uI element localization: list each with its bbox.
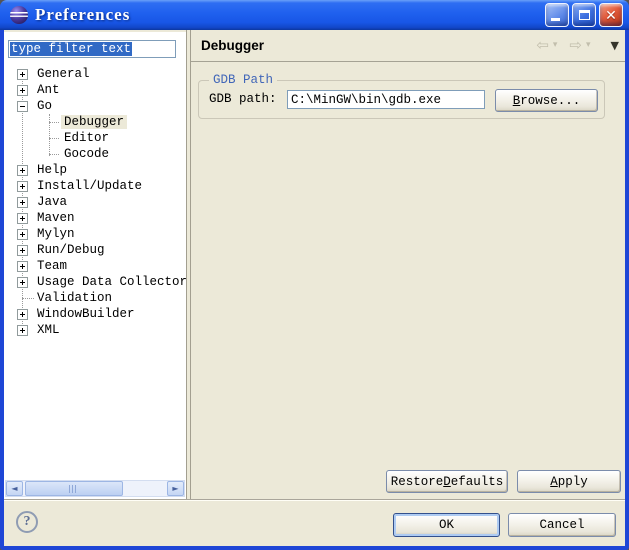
tree-item-label: Usage Data Collector bbox=[34, 275, 186, 289]
tree-item-mylyn[interactable]: Mylyn bbox=[4, 226, 186, 242]
dialog-body: type filter text General Ant Go Debugger Edi… bbox=[4, 30, 625, 546]
tree-item-label: Java bbox=[34, 195, 70, 209]
expand-icon[interactable] bbox=[17, 309, 28, 320]
title-bar[interactable]: Preferences ✕ bbox=[0, 0, 629, 30]
tree-item-validation[interactable]: Validation bbox=[4, 290, 186, 306]
window-title: Preferences bbox=[35, 5, 130, 25]
tree-item-ant[interactable]: Ant bbox=[4, 82, 186, 98]
expand-icon[interactable] bbox=[17, 277, 28, 288]
tree-item-label: Maven bbox=[34, 211, 78, 225]
expand-icon[interactable] bbox=[17, 245, 28, 256]
preferences-tree: General Ant Go Debugger Editor Gocode Help Inst… bbox=[4, 66, 186, 338]
preference-page: Debugger ⇦ ▾ ⇨ ▾ ▼ GDB Path GDB path: Br… bbox=[191, 30, 625, 499]
group-title: GDB Path bbox=[209, 73, 277, 88]
gdb-path-group: GDB Path GDB path: Browse... bbox=[198, 80, 605, 119]
tree-item-gocode[interactable]: Gocode bbox=[4, 146, 186, 162]
tree-item-go[interactable]: Go bbox=[4, 98, 186, 114]
tree-item-label: Editor bbox=[61, 131, 112, 145]
gdb-path-label: GDB path: bbox=[209, 92, 277, 106]
tree-item-label: Gocode bbox=[61, 147, 112, 161]
minimize-button[interactable] bbox=[545, 3, 569, 27]
tree-item-install-update[interactable]: Install/Update bbox=[4, 178, 186, 194]
expand-icon[interactable] bbox=[17, 213, 28, 224]
tree-item-label: Debugger bbox=[61, 115, 127, 129]
tree-item-general[interactable]: General bbox=[4, 66, 186, 82]
tree-item-label: Go bbox=[34, 99, 55, 113]
expand-icon[interactable] bbox=[17, 69, 28, 80]
tree-item-debugger[interactable]: Debugger bbox=[4, 114, 186, 130]
tree-item-label: Install/Update bbox=[34, 179, 145, 193]
expand-icon[interactable] bbox=[17, 85, 28, 96]
scroll-right-button[interactable]: ► bbox=[167, 481, 184, 496]
expand-icon[interactable] bbox=[17, 229, 28, 240]
forward-icon[interactable]: ⇨ bbox=[569, 38, 582, 53]
preferences-sidebar: type filter text General Ant Go Debugger Edi… bbox=[4, 32, 186, 499]
tree-item-label: Mylyn bbox=[34, 227, 78, 241]
expand-icon[interactable] bbox=[17, 325, 28, 336]
browse-button[interactable]: Browse... bbox=[495, 89, 598, 112]
scrollbar-grip-icon bbox=[69, 485, 78, 493]
page-header: Debugger ⇦ ▾ ⇨ ▾ ▼ bbox=[191, 30, 625, 62]
page-title: Debugger bbox=[201, 38, 264, 53]
tree-item-help[interactable]: Help bbox=[4, 162, 186, 178]
back-menu-caret-icon[interactable]: ▾ bbox=[553, 41, 558, 50]
tree-item-windowbuilder[interactable]: WindowBuilder bbox=[4, 306, 186, 322]
cancel-button[interactable]: Cancel bbox=[508, 513, 616, 537]
tree-item-maven[interactable]: Maven bbox=[4, 210, 186, 226]
tree-item-xml[interactable]: XML bbox=[4, 322, 186, 338]
filter-input-value: type filter text bbox=[10, 42, 132, 56]
tree-item-editor[interactable]: Editor bbox=[4, 130, 186, 146]
back-icon[interactable]: ⇦ bbox=[536, 38, 549, 53]
collapse-icon[interactable] bbox=[17, 101, 28, 112]
restore-defaults-button[interactable]: Restore Defaults bbox=[386, 470, 508, 493]
scrollbar-thumb[interactable] bbox=[25, 481, 123, 496]
preferences-dialog: Preferences ✕ type filter text General An… bbox=[0, 0, 629, 550]
expand-icon[interactable] bbox=[17, 181, 28, 192]
forward-menu-caret-icon[interactable]: ▾ bbox=[586, 41, 591, 50]
tree-item-label: Ant bbox=[34, 83, 63, 97]
scrollbar-track[interactable] bbox=[23, 481, 167, 496]
close-button[interactable]: ✕ bbox=[599, 3, 623, 27]
maximize-button[interactable] bbox=[572, 3, 596, 27]
gdb-path-input[interactable] bbox=[287, 90, 485, 109]
tree-item-usage-data-collector[interactable]: Usage Data Collector bbox=[4, 274, 186, 290]
tree-item-label: WindowBuilder bbox=[34, 307, 138, 321]
tree-item-label: General bbox=[34, 67, 93, 81]
eclipse-icon bbox=[10, 6, 28, 24]
apply-button[interactable]: Apply bbox=[517, 470, 621, 493]
tree-item-team[interactable]: Team bbox=[4, 258, 186, 274]
tree-horizontal-scrollbar[interactable]: ◄ ► bbox=[5, 480, 185, 497]
maximize-icon bbox=[579, 10, 590, 20]
tree-item-label: Team bbox=[34, 259, 70, 273]
filter-input[interactable]: type filter text bbox=[8, 40, 176, 58]
view-menu-icon[interactable]: ▼ bbox=[611, 40, 619, 51]
expand-icon[interactable] bbox=[17, 197, 28, 208]
ok-button[interactable]: OK bbox=[393, 513, 500, 537]
tree-item-java[interactable]: Java bbox=[4, 194, 186, 210]
tree-item-label: XML bbox=[34, 323, 63, 337]
dialog-footer: ? OK Cancel bbox=[4, 499, 625, 546]
close-icon: ✕ bbox=[605, 8, 617, 22]
expand-icon[interactable] bbox=[17, 261, 28, 272]
help-icon[interactable]: ? bbox=[16, 511, 38, 533]
tree-item-run-debug[interactable]: Run/Debug bbox=[4, 242, 186, 258]
minimize-icon bbox=[551, 18, 560, 21]
tree-item-label: Validation bbox=[34, 291, 115, 305]
tree-item-label: Run/Debug bbox=[34, 243, 108, 257]
scroll-left-button[interactable]: ◄ bbox=[6, 481, 23, 496]
tree-item-label: Help bbox=[34, 163, 70, 177]
expand-icon[interactable] bbox=[17, 165, 28, 176]
